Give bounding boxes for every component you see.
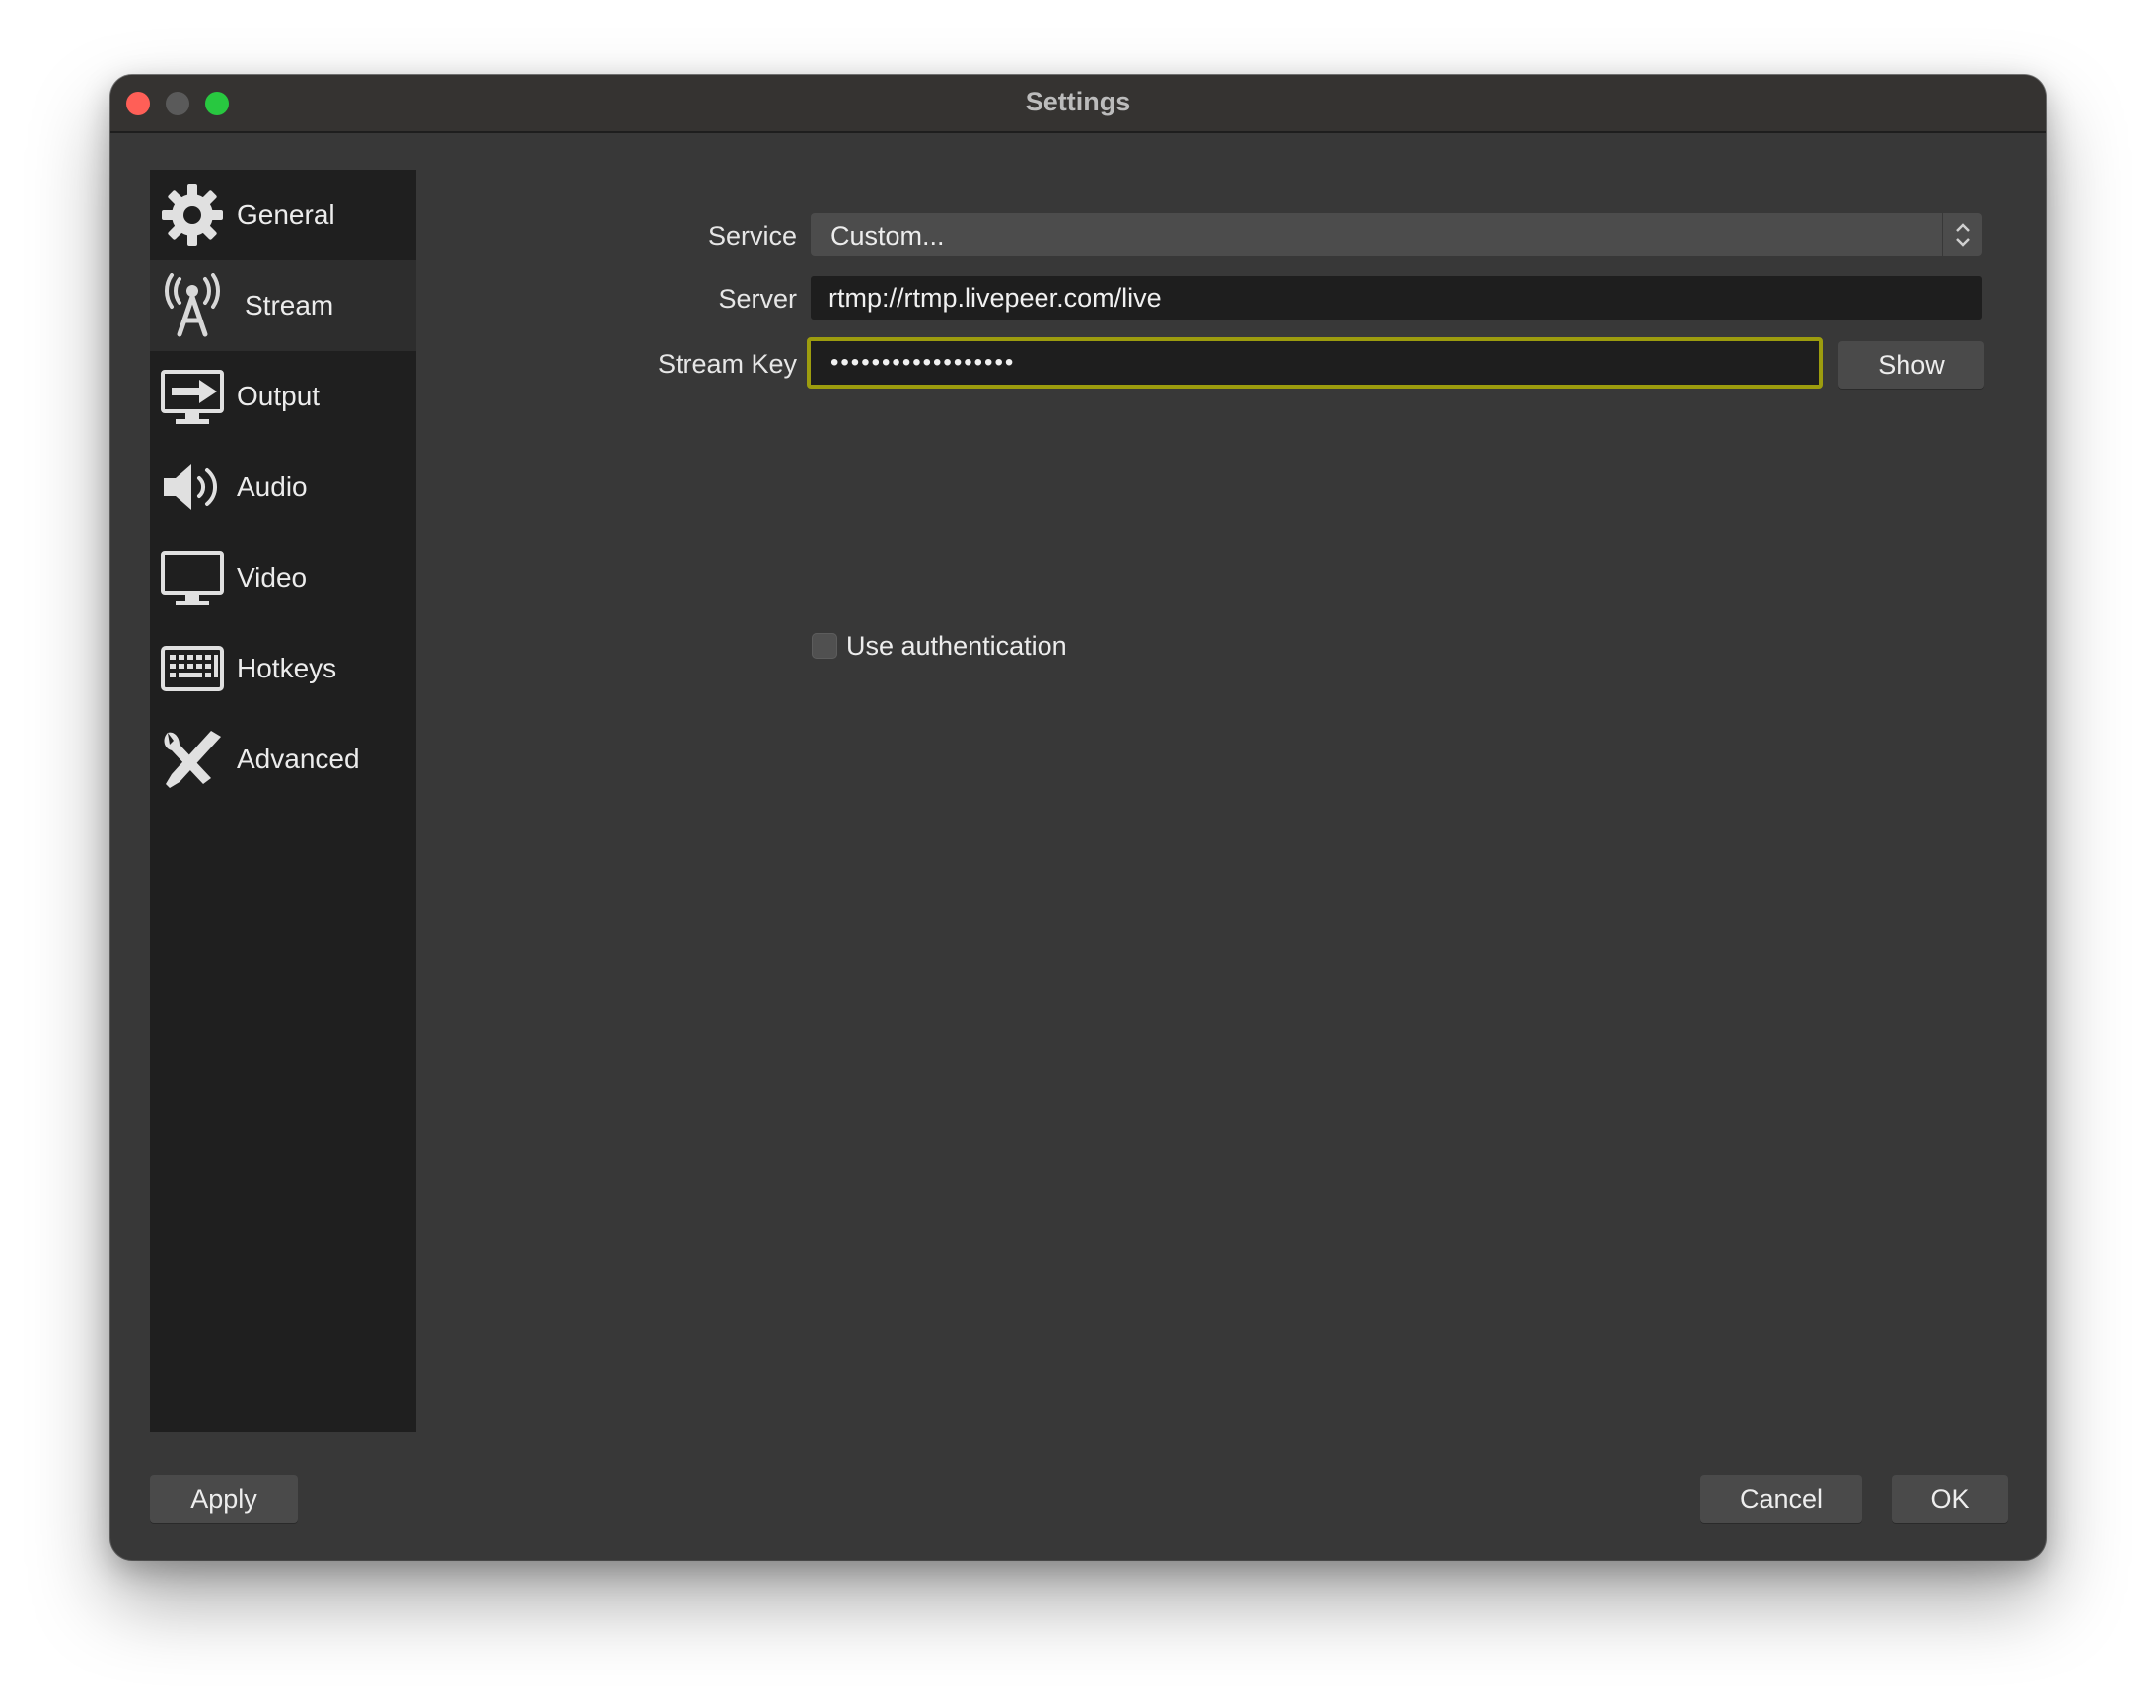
broadcast-antenna-icon bbox=[160, 273, 225, 338]
use-authentication-checkbox[interactable] bbox=[812, 633, 837, 659]
sidebar-item-label: Hotkeys bbox=[237, 653, 337, 683]
use-authentication-label[interactable]: Use authentication bbox=[846, 631, 1067, 662]
title-bar: Settings bbox=[110, 75, 2046, 133]
sidebar-item-label: General bbox=[237, 199, 335, 230]
stream-key-masked-value: •••••••••••••••••• bbox=[830, 349, 1016, 376]
monitor-icon bbox=[160, 545, 225, 610]
cancel-button[interactable]: Cancel bbox=[1700, 1475, 1862, 1523]
sidebar-item-label: Video bbox=[237, 562, 308, 593]
service-selected-value: Custom... bbox=[830, 221, 945, 250]
sidebar-item-output[interactable]: Output bbox=[150, 351, 416, 442]
tools-icon bbox=[160, 727, 225, 792]
speaker-icon bbox=[160, 455, 225, 520]
ok-button[interactable]: OK bbox=[1892, 1475, 2008, 1523]
window-title: Settings bbox=[1025, 87, 1131, 116]
keyboard-icon bbox=[160, 636, 225, 701]
sidebar-item-hotkeys[interactable]: Hotkeys bbox=[150, 623, 416, 714]
server-label: Server bbox=[718, 284, 797, 314]
sidebar-item-advanced[interactable]: Advanced bbox=[150, 714, 416, 805]
settings-sidebar: General Stream Output Audio Video Hotkey… bbox=[150, 170, 416, 1432]
sidebar-item-label: Audio bbox=[237, 471, 308, 502]
sidebar-item-label: Stream bbox=[245, 290, 334, 320]
sidebar-item-label: Advanced bbox=[237, 744, 360, 774]
sidebar-item-label: Output bbox=[237, 381, 321, 411]
monitor-arrow-icon bbox=[160, 364, 225, 429]
stream-key-label: Stream Key bbox=[657, 349, 797, 379]
settings-window: Settings General Stream Output Audio Vid… bbox=[110, 75, 2046, 1560]
server-input-value: rtmp://rtmp.livepeer.com/live bbox=[828, 283, 1162, 313]
show-key-button[interactable]: Show bbox=[1838, 341, 1984, 389]
sidebar-item-general[interactable]: General bbox=[150, 170, 416, 260]
sidebar-item-video[interactable]: Video bbox=[150, 533, 416, 623]
sidebar-item-stream[interactable]: Stream bbox=[150, 260, 416, 351]
apply-button[interactable]: Apply bbox=[150, 1475, 298, 1523]
sidebar-item-audio[interactable]: Audio bbox=[150, 442, 416, 533]
gear-icon bbox=[160, 182, 225, 248]
service-label: Service bbox=[707, 221, 797, 250]
stream-key-input[interactable]: •••••••••••••••••• bbox=[807, 337, 1823, 389]
service-select[interactable]: Custom... bbox=[811, 213, 1982, 256]
server-input[interactable]: rtmp://rtmp.livepeer.com/live bbox=[811, 276, 1982, 320]
chevron-up-down-icon bbox=[1942, 213, 1982, 256]
